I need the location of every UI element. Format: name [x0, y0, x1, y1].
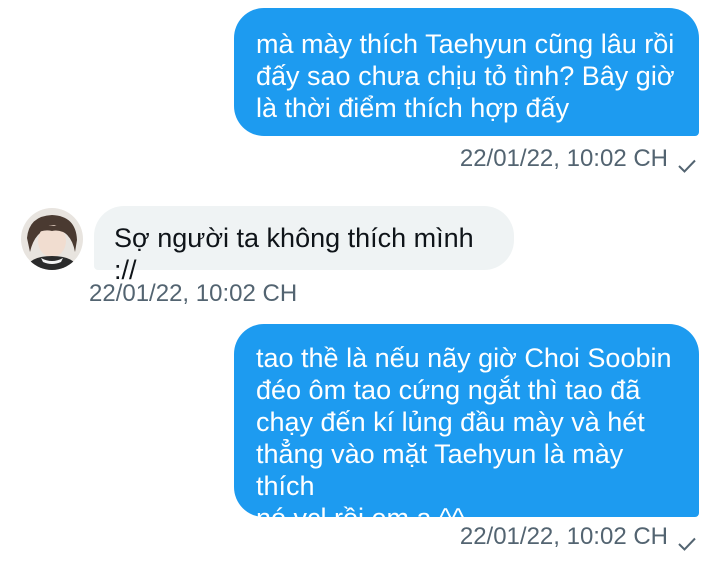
sent-message-bubble[interactable]: mà mày thích Taehyun cũng lâu rồi đấy sa… [234, 8, 699, 136]
received-message-bubble[interactable]: Sợ người ta không thích mình :// [94, 206, 514, 285]
message-meta: 22/01/22, 10:02 CH [89, 280, 297, 308]
message-meta: 22/01/22, 10:02 CH [460, 145, 696, 173]
message-timestamp: 22/01/22, 10:02 CH [89, 280, 298, 307]
avatar[interactable] [21, 208, 83, 270]
check-icon [678, 530, 696, 551]
message-meta: 22/01/22, 10:02 CH [460, 523, 696, 551]
sent-message-bubble[interactable]: tao thề là nếu nãy giờ Choi Soobin đéo ô… [234, 324, 699, 533]
message-timestamp: 22/01/22, 10:02 CH [459, 523, 668, 550]
message-timestamp: 22/01/22, 10:02 CH [459, 145, 668, 172]
check-icon [678, 152, 696, 173]
